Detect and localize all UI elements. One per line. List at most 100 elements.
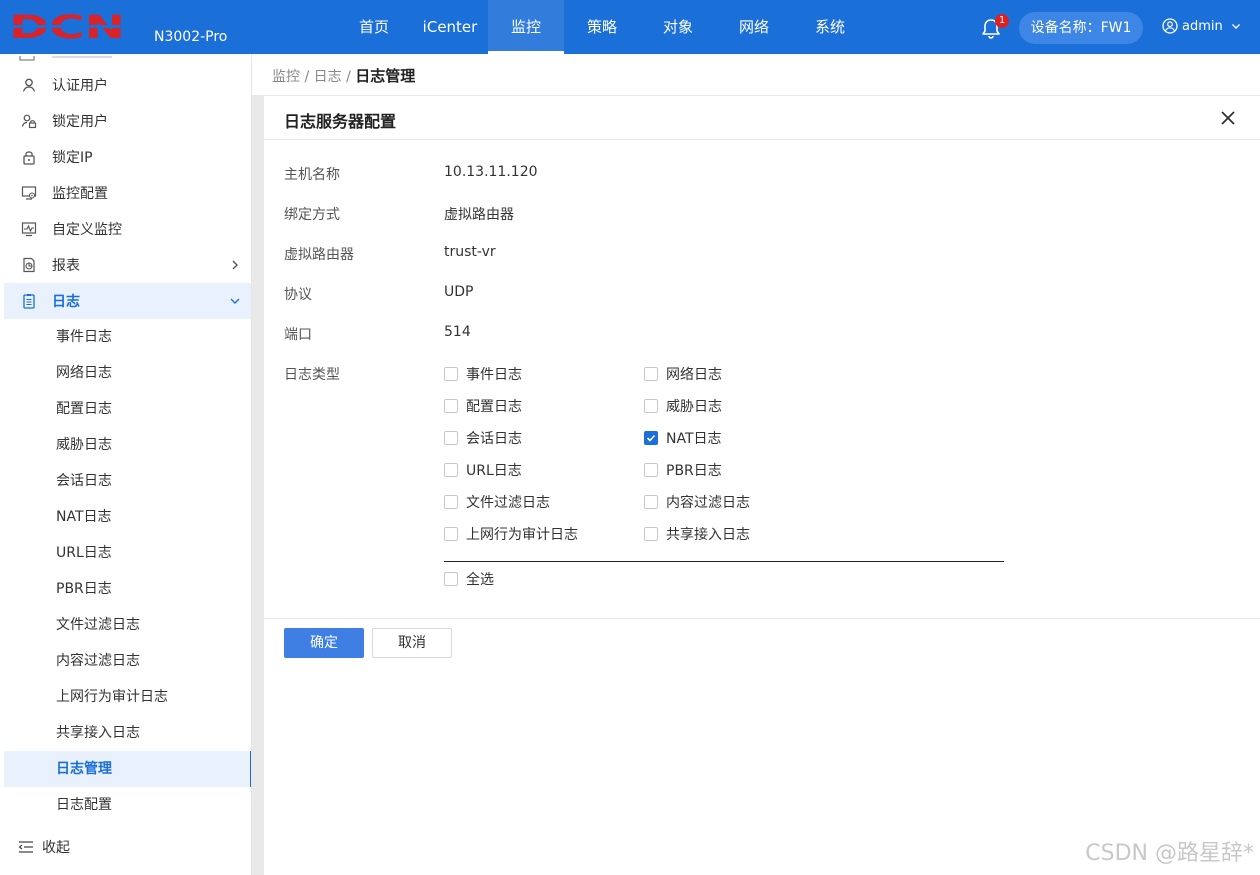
- checkbox-network-log[interactable]: 网络日志: [644, 364, 722, 384]
- main-nav: 首页 iCenter 监控 策略 对象 网络 系统: [336, 0, 868, 54]
- checkbox-box[interactable]: [444, 463, 458, 477]
- sidebar-item-label: 认证用户: [52, 78, 108, 94]
- checkbox-nat-log[interactable]: NAT日志: [644, 428, 722, 448]
- checkbox-box[interactable]: [644, 367, 658, 381]
- sidebar-sub-web-audit-log[interactable]: 上网行为审计日志: [4, 679, 251, 715]
- nav-network[interactable]: 网络: [716, 0, 792, 54]
- checkbox-select-all[interactable]: 全选: [444, 569, 494, 589]
- checkbox-threat-log[interactable]: 威胁日志: [644, 396, 722, 416]
- sidebar-item-log[interactable]: 日志: [4, 283, 251, 319]
- checkbox-file-filter-log[interactable]: 文件过滤日志: [444, 492, 550, 512]
- monitor-settings-icon: [20, 184, 38, 202]
- sidebar-sub-nat-log[interactable]: NAT日志: [4, 499, 251, 535]
- breadcrumb: 监控 / 日志 / 日志管理: [272, 65, 415, 86]
- sidebar-item-monitor-config[interactable]: 监控配置: [4, 175, 251, 211]
- sidebar-item-auth-user[interactable]: 认证用户: [4, 67, 251, 103]
- checkbox-box[interactable]: [644, 399, 658, 413]
- sidebar-scrolled-item: [0, 54, 251, 64]
- chevron-down-icon: [230, 298, 240, 304]
- checkbox-box[interactable]: [444, 495, 458, 509]
- collapse-label: 收起: [42, 840, 70, 856]
- checkbox-box[interactable]: [644, 463, 658, 477]
- log-type-label: 日志类型: [284, 367, 340, 383]
- sidebar-sub-network-log[interactable]: 网络日志: [4, 355, 251, 391]
- sidebar-sub-log-management[interactable]: 日志管理: [4, 751, 251, 787]
- checkbox-config-log[interactable]: 配置日志: [444, 396, 522, 416]
- checkbox-label: 配置日志: [466, 399, 522, 415]
- dialog-title: 日志服务器配置: [284, 112, 397, 131]
- sidebar-item-locked-ip[interactable]: 锁定IP: [4, 139, 251, 175]
- breadcrumb-monitor[interactable]: 监控: [272, 69, 300, 85]
- sidebar-sub-shared-access-log[interactable]: 共享接入日志: [4, 715, 251, 751]
- chevron-down-icon: [1231, 24, 1240, 29]
- sidebar-sub-event-log[interactable]: 事件日志: [4, 319, 251, 355]
- checkbox-url-log[interactable]: URL日志: [444, 460, 522, 480]
- sidebar-item-label: 自定义监控: [52, 222, 122, 238]
- virtual-router-value: trust-vr: [444, 244, 496, 260]
- collapse-sidebar-button[interactable]: 收起: [18, 837, 70, 857]
- checkbox-box[interactable]: [644, 527, 658, 541]
- checkbox-web-audit-log[interactable]: 上网行为审计日志: [444, 524, 578, 544]
- sidebar-item-label: 报表: [52, 258, 80, 274]
- sidebar-sub-file-filter-log[interactable]: 文件过滤日志: [4, 607, 251, 643]
- sidebar-sub-config-log[interactable]: 配置日志: [4, 391, 251, 427]
- sidebar: 认证用户 锁定用户 锁定IP 监控配置 自定义监控 报表 日志 事件日志 网络日…: [0, 54, 252, 875]
- username: admin: [1182, 18, 1223, 34]
- sidebar-sub-content-filter-log[interactable]: 内容过滤日志: [4, 643, 251, 679]
- checkbox-pbr-log[interactable]: PBR日志: [644, 460, 722, 480]
- sidebar-sub-session-log[interactable]: 会话日志: [4, 463, 251, 499]
- breadcrumb-bar: 监控 / 日志 / 日志管理: [252, 54, 1260, 96]
- log-server-dialog: 日志服务器配置 主机名称 10.13.11.120 绑定方式 虚拟路由器 虚拟路…: [264, 96, 1260, 875]
- report-icon: [20, 256, 38, 274]
- checkbox-box[interactable]: [644, 431, 658, 445]
- sidebar-item-label: 日志: [52, 294, 80, 310]
- sidebar-sub-threat-log[interactable]: 威胁日志: [4, 427, 251, 463]
- checkbox-box[interactable]: [444, 572, 458, 586]
- nav-home[interactable]: 首页: [336, 0, 412, 54]
- checkbox-box[interactable]: [444, 431, 458, 445]
- user-avatar-icon: [1162, 18, 1178, 34]
- top-bar: DCN N3002-Pro 首页 iCenter 监控 策略 对象 网络 系统 …: [0, 0, 1260, 54]
- checkbox-event-log[interactable]: 事件日志: [444, 364, 522, 384]
- sidebar-item-label: 监控配置: [52, 186, 108, 202]
- chevron-right-icon: [232, 260, 238, 270]
- dcn-logo[interactable]: DCN: [9, 12, 129, 42]
- sidebar-item-custom-monitor[interactable]: 自定义监控: [4, 211, 251, 247]
- nav-icenter[interactable]: iCenter: [412, 0, 488, 54]
- checkbox-shared-access-log[interactable]: 共享接入日志: [644, 524, 750, 544]
- checkbox-label: 共享接入日志: [666, 527, 750, 543]
- close-icon[interactable]: [1220, 110, 1236, 126]
- checkbox-box[interactable]: [644, 495, 658, 509]
- sidebar-sub-pbr-log[interactable]: PBR日志: [4, 571, 251, 607]
- checkbox-label: 文件过滤日志: [466, 495, 550, 511]
- breadcrumb-log[interactable]: 日志: [314, 69, 342, 85]
- cancel-button[interactable]: 取消: [372, 628, 452, 658]
- lock-icon: [20, 148, 38, 166]
- checkbox-label: 上网行为审计日志: [466, 527, 578, 543]
- checkbox-label: 威胁日志: [666, 399, 722, 415]
- checkbox-box[interactable]: [444, 527, 458, 541]
- nav-monitor[interactable]: 监控: [488, 0, 564, 54]
- log-icon: [20, 292, 38, 310]
- panel-gutter: [252, 96, 264, 875]
- sidebar-item-report[interactable]: 报表: [4, 247, 251, 283]
- collapse-icon: [18, 841, 33, 853]
- device-name-badge: 设备名称：FW1: [1019, 12, 1143, 44]
- checkbox-box[interactable]: [444, 367, 458, 381]
- confirm-button[interactable]: 确定: [284, 628, 364, 658]
- nav-system[interactable]: 系统: [792, 0, 868, 54]
- footer-divider: [264, 618, 1260, 619]
- host-name-value: 10.13.11.120: [444, 164, 538, 180]
- nav-object[interactable]: 对象: [640, 0, 716, 54]
- sidebar-sub-url-log[interactable]: URL日志: [4, 535, 251, 571]
- port-value: 514: [444, 324, 471, 340]
- checkbox-box[interactable]: [444, 399, 458, 413]
- nav-policy[interactable]: 策略: [564, 0, 640, 54]
- device-model: N3002-Pro: [154, 29, 228, 45]
- sidebar-item-label: 锁定IP: [52, 150, 93, 166]
- checkbox-session-log[interactable]: 会话日志: [444, 428, 522, 448]
- user-menu[interactable]: admin: [1162, 18, 1247, 34]
- sidebar-sub-log-config[interactable]: 日志配置: [4, 787, 251, 823]
- sidebar-item-locked-user[interactable]: 锁定用户: [4, 103, 251, 139]
- checkbox-content-filter-log[interactable]: 内容过滤日志: [644, 492, 750, 512]
